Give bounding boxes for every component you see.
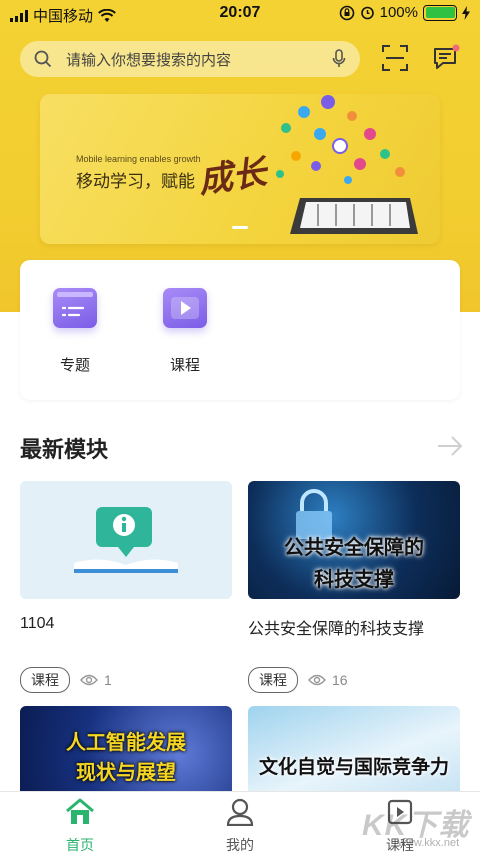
category-tag: 课程 bbox=[20, 667, 70, 693]
battery-percent: 100% bbox=[379, 4, 418, 21]
tab-mine[interactable]: 我的 bbox=[200, 798, 280, 853]
status-right: 100% bbox=[339, 4, 470, 21]
quick-link-label: 课程 bbox=[169, 357, 200, 374]
card-thumbnail bbox=[20, 481, 232, 599]
view-count-value: 1 bbox=[104, 672, 112, 688]
quick-link-label: 专题 bbox=[59, 357, 90, 374]
section-title: 最新模块 bbox=[20, 437, 109, 462]
banner-illustration bbox=[276, 95, 418, 234]
view-count: 1 bbox=[80, 672, 112, 688]
module-card[interactable]: 公共安全保障的 科技支撑 公共安全保障的科技支撑 课程 16 bbox=[248, 481, 460, 693]
thumbnail-text-line: 科技支撑 bbox=[314, 569, 394, 591]
scan-icon[interactable] bbox=[382, 44, 408, 72]
tab-home[interactable]: 首页 bbox=[40, 798, 120, 853]
orientation-lock-icon bbox=[339, 5, 354, 20]
banner-calligraphy: 成长 bbox=[196, 152, 269, 202]
thumbnail-text-line: 文化自觉与国际竞争力 bbox=[258, 757, 449, 778]
module-card[interactable]: 1104 课程 1 bbox=[20, 481, 232, 693]
banner-english-line: Mobile learning enables growth bbox=[76, 154, 201, 164]
watermark-url: www.kkx.net bbox=[398, 837, 460, 849]
status-bar: 中国移动 20:07 100% bbox=[0, 0, 480, 28]
quick-link-topic[interactable]: 专题 bbox=[40, 288, 110, 375]
eye-icon bbox=[80, 674, 98, 686]
promo-banner[interactable]: Mobile learning enables growth 移动学习，赋能 成… bbox=[40, 94, 440, 244]
card-title: 公共安全保障的科技支撑 bbox=[248, 621, 425, 638]
mic-icon[interactable] bbox=[332, 49, 346, 69]
search-bar[interactable]: 请输入你想要搜索的内容 bbox=[20, 41, 360, 77]
topic-icon bbox=[53, 288, 97, 328]
thumbnail-text-line: 公共安全保障的 bbox=[284, 537, 424, 559]
quick-link-course[interactable]: 课程 bbox=[150, 288, 220, 375]
play-video-icon bbox=[163, 288, 207, 328]
search-icon bbox=[34, 50, 52, 68]
thumbnail-text-line: 人工智能发展 bbox=[66, 732, 186, 754]
charging-icon bbox=[462, 5, 470, 20]
eye-icon bbox=[308, 674, 326, 686]
view-count: 16 bbox=[308, 672, 348, 688]
card-thumbnail: 公共安全保障的 科技支撑 bbox=[248, 481, 460, 599]
view-count-value: 16 bbox=[332, 672, 348, 688]
card-meta: 课程 1 bbox=[20, 667, 112, 693]
card-title: 1104 bbox=[20, 615, 55, 632]
category-tag: 课程 bbox=[248, 667, 298, 693]
card-meta: 课程 16 bbox=[248, 667, 348, 693]
info-book-icon bbox=[74, 507, 178, 573]
tab-label: 首页 bbox=[66, 837, 94, 853]
search-input[interactable]: 请输入你想要搜索的内容 bbox=[66, 49, 332, 70]
user-icon bbox=[226, 798, 254, 827]
banner-chinese-line: 移动学习，赋能 bbox=[76, 172, 195, 191]
home-icon bbox=[66, 798, 94, 824]
thumbnail-text-line: 现状与展望 bbox=[76, 762, 176, 784]
banner-page-indicator bbox=[232, 226, 248, 229]
arrow-right-icon[interactable] bbox=[436, 435, 464, 457]
message-icon[interactable] bbox=[432, 44, 460, 72]
tab-label: 我的 bbox=[226, 837, 254, 853]
alarm-icon bbox=[360, 6, 374, 20]
battery-icon bbox=[423, 4, 457, 21]
quick-links-card: 专题 课程 bbox=[20, 260, 460, 400]
